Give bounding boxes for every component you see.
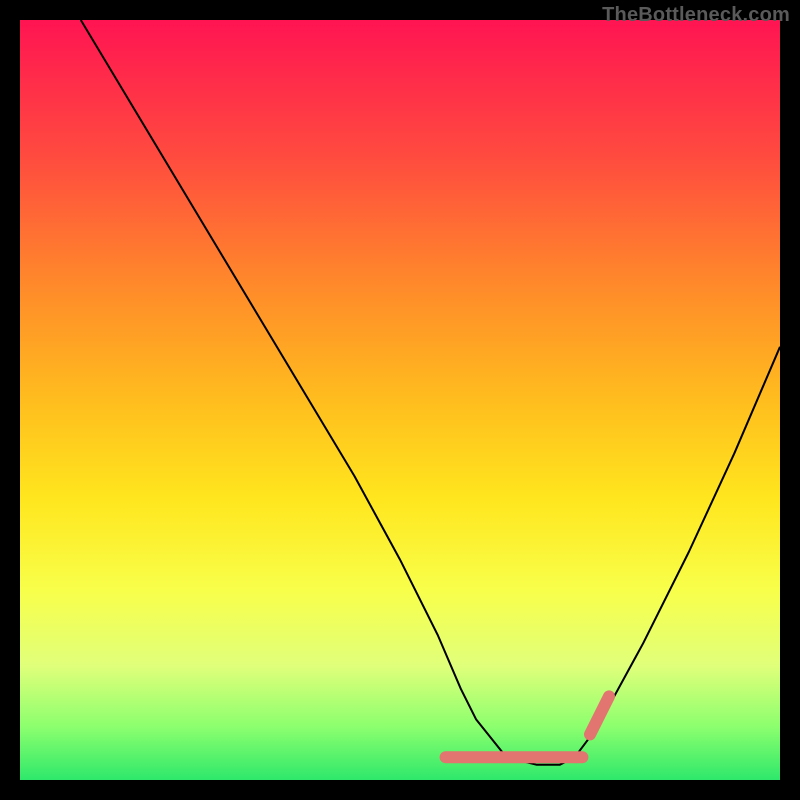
- curve-layer: [20, 20, 780, 780]
- right-lift-marker: [590, 696, 609, 734]
- bottleneck-curve: [81, 20, 780, 765]
- watermark-text: TheBottleneck.com: [602, 4, 790, 27]
- chart-frame: TheBottleneck.com: [0, 0, 800, 800]
